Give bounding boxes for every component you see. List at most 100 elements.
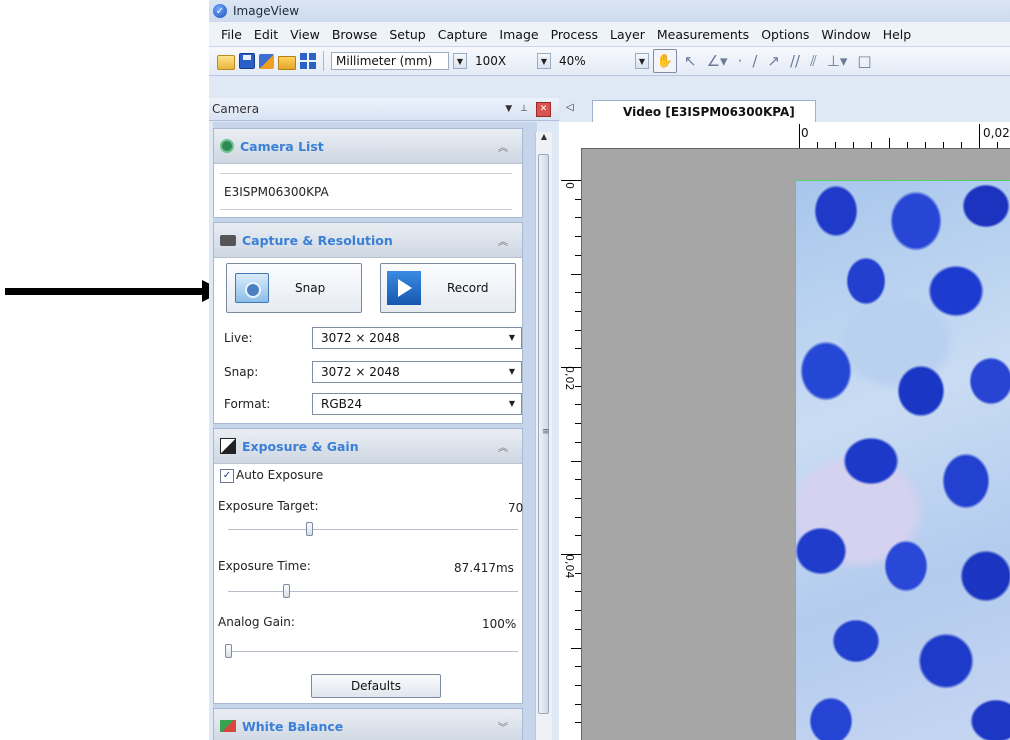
panel-close-icon[interactable]: ✕ [536, 101, 551, 117]
ruler-left-tick [575, 591, 581, 593]
app-icon: ✓ [213, 4, 227, 18]
menu-process[interactable]: Process [545, 27, 604, 42]
annotation-arrow-shaft [5, 288, 210, 295]
magnification-select[interactable]: 100X [471, 52, 533, 70]
pan-hand-icon[interactable]: ✋ [653, 49, 677, 73]
save-icon[interactable] [239, 53, 255, 69]
defaults-button[interactable]: Defaults [311, 674, 441, 698]
menu-file[interactable]: File [215, 27, 248, 42]
exposure-gain-header[interactable]: Exposure & Gain ︽ [214, 429, 522, 464]
menu-measurements[interactable]: Measurements [651, 27, 755, 42]
unit-select[interactable]: Millimeter (mm) [331, 52, 449, 70]
ruler-left-tick [575, 479, 581, 481]
chevron-down-icon: ▼ [508, 399, 515, 408]
zoom-dropdown-arrow[interactable]: ▼ [635, 53, 649, 69]
snap-resolution-select[interactable]: 3072 × 2048 ▼ [312, 361, 522, 383]
menu-view[interactable]: View [284, 27, 326, 42]
format-select[interactable]: RGB24 ▼ [312, 393, 522, 415]
exposure-time-slider[interactable] [228, 591, 518, 592]
ruler-top-tick [817, 142, 818, 148]
capture-resolution-header[interactable]: Capture & Resolution ︽ [214, 223, 522, 258]
parallel-icon[interactable]: // [787, 52, 803, 70]
open-folder-icon[interactable] [278, 56, 296, 70]
collapse-icon[interactable]: ︽ [498, 233, 508, 248]
microscope-image[interactable] [795, 180, 1010, 740]
menu-window[interactable]: Window [815, 27, 876, 42]
ruler-left-tick [575, 703, 581, 705]
exposure-target-slider[interactable] [228, 529, 518, 530]
toolbar-separator [323, 51, 324, 71]
rectangle-icon[interactable]: □ [854, 52, 874, 70]
menu-capture[interactable]: Capture [432, 27, 494, 42]
snap-button[interactable]: Snap [226, 263, 362, 313]
white-balance-title: White Balance [242, 718, 344, 734]
analog-gain-slider[interactable] [228, 651, 518, 652]
snap-resolution-value: 3072 × 2048 [321, 365, 400, 379]
scrollbar-thumb[interactable]: ≡ [538, 154, 550, 714]
menu-layer[interactable]: Layer [604, 27, 651, 42]
zoom-select[interactable]: 40% [555, 52, 631, 70]
ruler-top-tick [835, 142, 836, 148]
white-balance-icon [220, 720, 236, 732]
camera-device-item[interactable]: E3ISPM06300KPA [224, 185, 329, 199]
exposure-target-thumb[interactable] [306, 522, 314, 536]
analog-gain-label: Analog Gain: [218, 615, 295, 629]
menu-image[interactable]: Image [493, 27, 544, 42]
tab-video[interactable]: Video [E3ISPM06300KPA] [592, 100, 816, 122]
live-resolution-select[interactable]: 3072 × 2048 ▼ [312, 327, 522, 349]
ruler-corner [559, 122, 581, 148]
analog-gain-thumb[interactable] [225, 644, 232, 658]
tab-scroll-left-icon[interactable]: ◁ [566, 102, 574, 113]
menu-help[interactable]: Help [877, 27, 918, 42]
ruler-top-tick [889, 138, 890, 148]
ruler-top-tick [979, 124, 980, 148]
exposure-target-label: Exposure Target: [218, 499, 319, 513]
magnification-dropdown-arrow[interactable]: ▼ [537, 53, 551, 69]
record-button[interactable]: Record [380, 263, 516, 313]
exposure-gain-title: Exposure & Gain [242, 438, 359, 454]
menu-setup[interactable]: Setup [383, 27, 431, 42]
ruler-top-label: 0 [801, 126, 809, 140]
ruler-left-label: 0 [563, 182, 576, 189]
format-value: RGB24 [321, 397, 363, 411]
ruler-left-tick [575, 404, 581, 406]
perpendicular-icon[interactable]: ⊥▾ [824, 52, 851, 70]
parallel-dist-icon[interactable]: ⫽ [807, 52, 820, 70]
new-file-icon[interactable] [217, 55, 235, 70]
expand-icon[interactable]: ︾ [498, 719, 508, 734]
collapse-icon[interactable]: ︽ [498, 439, 508, 454]
auto-exposure-label: Auto Exposure [236, 468, 324, 482]
line-icon[interactable]: / [749, 52, 760, 70]
panel-menu-icon[interactable]: ▼ [505, 104, 512, 114]
ruler-left-tick [561, 554, 581, 555]
menu-browse[interactable]: Browse [326, 27, 384, 42]
edit-icon[interactable] [259, 53, 274, 69]
grip-icon: ≡ [542, 427, 550, 437]
arrow-line-icon[interactable]: ↗ [764, 52, 783, 70]
unit-dropdown-arrow[interactable]: ▼ [453, 53, 467, 69]
main-toolbar: Millimeter (mm) ▼ 100X ▼ 40% ▼ ✋ ↖ ∠▾ · … [209, 47, 1010, 76]
exposure-time-thumb[interactable] [283, 584, 290, 598]
ruler-left-tick [575, 348, 581, 350]
white-balance-header[interactable]: White Balance ︾ [214, 709, 522, 740]
ruler-left-tick [575, 329, 581, 331]
panel-scrollbar[interactable]: ▲ ≡ [535, 132, 552, 740]
ruler-left-tick [575, 610, 581, 612]
angle-icon[interactable]: ∠▾ [704, 52, 731, 70]
scroll-up-icon[interactable]: ▲ [536, 132, 552, 146]
collapse-icon[interactable]: ︽ [498, 139, 508, 154]
ruler-left-tick [575, 572, 581, 574]
live-label: Live: [224, 331, 253, 345]
point-icon[interactable]: · [735, 52, 746, 70]
ruler-top-tick [997, 142, 998, 148]
grid-icon[interactable] [300, 53, 316, 69]
menu-options[interactable]: Options [755, 27, 815, 42]
panel-pin-icon[interactable]: ⊥ [520, 104, 528, 114]
menu-edit[interactable]: Edit [248, 27, 284, 42]
camera-list-title: Camera List [240, 138, 324, 154]
pointer-icon[interactable]: ↖ [681, 52, 700, 70]
auto-exposure-checkbox[interactable]: ✓ [220, 469, 234, 483]
camera-list-header[interactable]: Camera List ︽ [214, 129, 522, 164]
ruler-top-tick [799, 124, 800, 148]
divider [220, 173, 512, 174]
